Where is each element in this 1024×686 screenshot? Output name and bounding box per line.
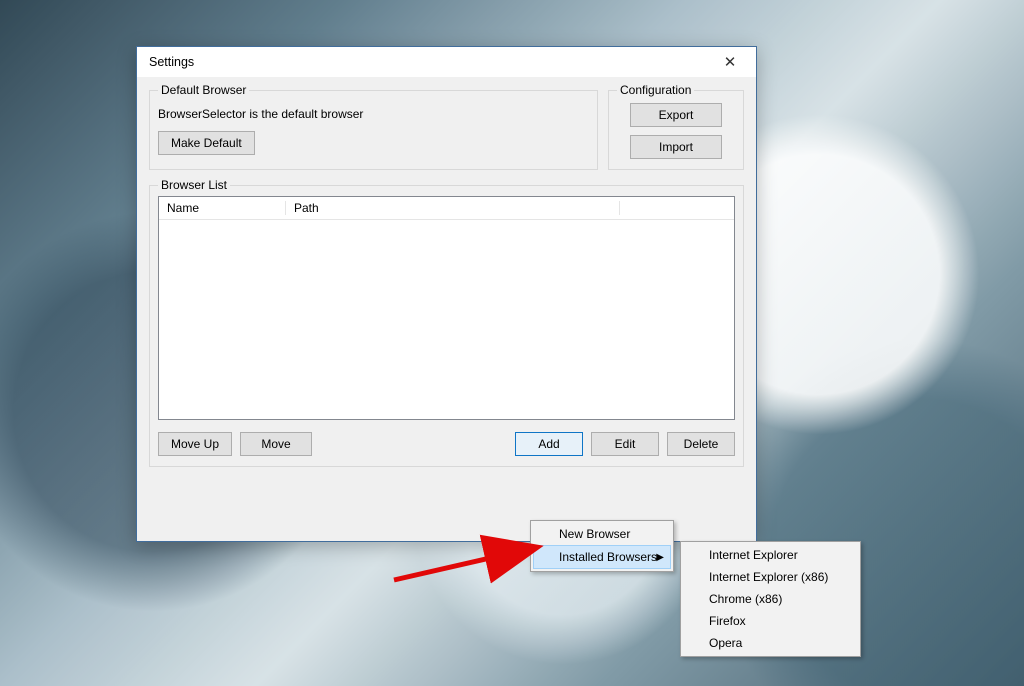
list-header: Name Path [159, 197, 734, 220]
default-browser-group: Default Browser BrowserSelector is the d… [149, 83, 598, 170]
configuration-group: Configuration Export Import [608, 83, 744, 170]
menu-item-label: Installed Browsers [559, 550, 657, 564]
import-button[interactable]: Import [630, 135, 722, 159]
list-button-bar: Move Up Move Add Edit Delete [158, 432, 735, 456]
col-header-path[interactable]: Path [286, 201, 620, 215]
menu-item-label: Firefox [709, 614, 746, 628]
submenu-item-ie-x86[interactable]: Internet Explorer (x86) [683, 566, 858, 588]
menu-item-label: Opera [709, 636, 742, 650]
menu-item-label: New Browser [559, 527, 630, 541]
close-icon: ✕ [724, 55, 737, 70]
menu-item-label: Internet Explorer [709, 548, 798, 562]
configuration-legend: Configuration [617, 83, 694, 97]
export-button[interactable]: Export [630, 103, 722, 127]
submenu-arrow-icon: ▶ [656, 552, 664, 563]
move-up-button[interactable]: Move Up [158, 432, 232, 456]
browser-list-legend: Browser List [158, 178, 230, 192]
desktop-wallpaper: Settings ✕ Default Browser BrowserSelect… [0, 0, 1024, 686]
close-button[interactable]: ✕ [710, 49, 750, 75]
add-context-menu: New Browser Installed Browsers ▶ [530, 520, 674, 572]
menu-item-new-browser[interactable]: New Browser [533, 523, 671, 545]
menu-item-installed-browsers[interactable]: Installed Browsers ▶ [533, 545, 671, 569]
edit-button[interactable]: Edit [591, 432, 659, 456]
browser-list-group: Browser List Name Path Move Up Move Add … [149, 178, 744, 467]
delete-button[interactable]: Delete [667, 432, 735, 456]
menu-item-label: Chrome (x86) [709, 592, 782, 606]
make-default-button[interactable]: Make Default [158, 131, 255, 155]
default-browser-status: BrowserSelector is the default browser [158, 107, 589, 121]
col-header-name[interactable]: Name [159, 201, 286, 215]
installed-browsers-submenu: Internet Explorer Internet Explorer (x86… [680, 541, 861, 657]
default-browser-legend: Default Browser [158, 83, 249, 97]
settings-window: Settings ✕ Default Browser BrowserSelect… [136, 46, 757, 542]
submenu-item-chrome-x86[interactable]: Chrome (x86) [683, 588, 858, 610]
submenu-item-ie[interactable]: Internet Explorer [683, 544, 858, 566]
submenu-item-firefox[interactable]: Firefox [683, 610, 858, 632]
add-button[interactable]: Add [515, 432, 583, 456]
menu-item-label: Internet Explorer (x86) [709, 570, 828, 584]
browser-list[interactable]: Name Path [158, 196, 735, 420]
titlebar[interactable]: Settings ✕ [137, 47, 756, 77]
window-title: Settings [149, 55, 710, 69]
client-area: Default Browser BrowserSelector is the d… [137, 77, 756, 541]
submenu-item-opera[interactable]: Opera [683, 632, 858, 654]
move-down-button[interactable]: Move [240, 432, 312, 456]
